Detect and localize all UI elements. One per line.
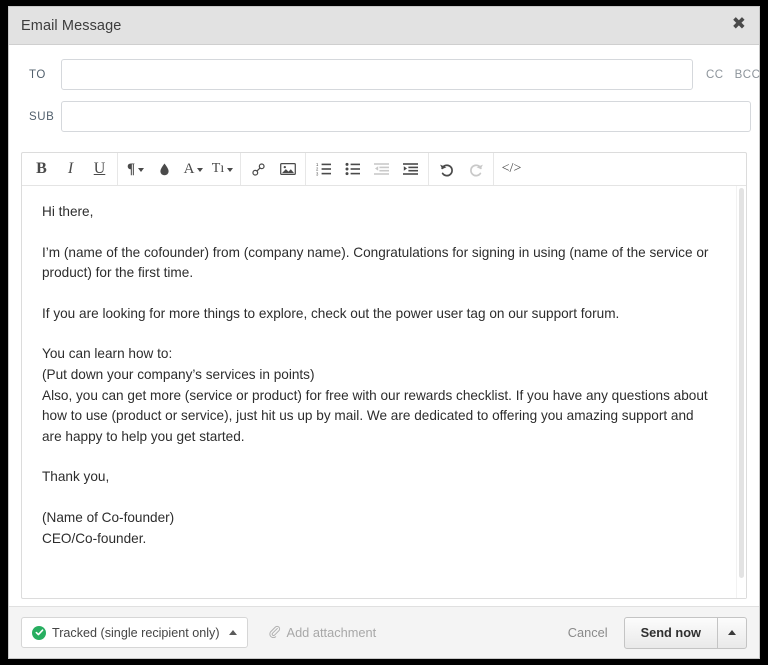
cc-button[interactable]: CC [706,69,724,81]
dialog-titlebar: Email Message ✖ [9,7,759,45]
indent-icon[interactable] [396,154,425,184]
cancel-button[interactable]: Cancel [568,625,608,640]
subject-row: SUB [21,101,751,132]
text-color-icon[interactable]: A [179,154,208,184]
send-split-button: Send now [623,616,747,649]
toolbar-group: </> [494,153,529,185]
outdent-icon [367,154,396,184]
toolbar-group: BIU [24,153,118,185]
check-circle-icon [32,625,46,640]
dialog-footer: Tracked (single recipient only) Add atta… [9,606,759,658]
rich-text-editor: B I U ¶ A Tı 1 2 3 </> Hi there, I’m (na… [21,152,747,599]
chevron-up-icon [228,630,237,635]
ordered-list-icon[interactable]: 1 2 3 [309,154,338,184]
paperclip-icon [268,625,281,641]
to-row: TO CC BCC [21,59,760,90]
to-label: TO [29,68,46,81]
toolbar-glyph: U [93,160,106,177]
message-paragraph: You can learn how to: [42,346,173,362]
chevron-down-icon [138,168,145,172]
close-icon[interactable]: ✖ [730,14,748,37]
recipient-fields: TO CC BCC SUB [9,45,760,147]
bullet-list-icon[interactable] [338,154,367,184]
editor-scrollbar[interactable] [736,186,746,598]
message-body[interactable]: Hi there, I’m (name of the cofounder) fro… [22,186,736,598]
chevron-down-icon [197,168,204,172]
bcc-button[interactable]: BCC [735,69,761,81]
email-compose-dialog: Email Message ✖ TO CC BCC SUB B I U ¶ A Tı [8,6,760,659]
redo-icon [461,154,490,184]
toolbar-glyph: B [36,160,47,177]
code-view-icon[interactable]: </> [497,154,526,184]
message-paragraph: Also, you can get more (service or produ… [42,387,708,444]
chevron-up-icon [728,630,736,635]
bold-icon[interactable]: B [27,154,56,184]
send-options-dropdown[interactable] [718,618,746,648]
cc-bcc-group: CC BCC [706,69,760,81]
toolbar-glyph: </> [501,161,522,176]
toolbar-group [429,153,494,185]
add-attachment-button[interactable]: Add attachment [268,625,377,641]
editor-body: Hi there, I’m (name of the cofounder) fro… [22,186,746,598]
message-paragraph: CEO/Co-founder. [42,530,147,546]
undo-icon[interactable] [432,154,461,184]
highlight-color-icon[interactable] [150,154,179,184]
font-size-icon[interactable]: Tı [208,154,237,184]
to-input[interactable] [61,59,693,90]
message-paragraph: Thank you, [42,469,110,485]
toolbar-group: 1 2 3 [306,153,429,185]
toolbar-group [241,153,306,185]
add-attachment-label: Add attachment [286,625,377,640]
underline-icon[interactable]: U [85,154,114,184]
message-paragraph: Hi there, [42,204,94,219]
subject-input[interactable] [61,101,751,132]
message-paragraph: If you are looking for more things to ex… [42,305,620,321]
tracking-dropdown-button[interactable]: Tracked (single recipient only) [21,617,248,648]
toolbar-glyph: ¶ [126,160,136,177]
paragraph-format-icon[interactable]: ¶ [121,154,150,184]
send-now-button[interactable]: Send now [625,617,718,648]
dialog-title: Email Message [21,17,122,34]
message-paragraph: I’m (name of the cofounder) from (compan… [42,244,709,281]
subject-label: SUB [29,110,55,123]
editor-scrollbar-thumb[interactable] [739,188,744,578]
toolbar-group: ¶ A Tı [118,153,241,185]
svg-text:3: 3 [316,171,319,176]
toolbar-glyph: A [183,160,195,177]
toolbar-glyph: Tı [211,161,225,176]
tracking-label: Tracked (single recipient only) [52,625,220,640]
message-paragraph: (Name of Co-founder) [42,509,175,525]
insert-link-icon[interactable] [244,154,273,184]
toolbar-glyph: I [67,160,74,177]
message-paragraph: (Put down your company’s services in poi… [42,366,315,382]
chevron-down-icon [227,168,234,172]
insert-image-icon[interactable] [273,154,302,184]
editor-toolbar: B I U ¶ A Tı 1 2 3 </> [22,153,746,186]
italic-icon[interactable]: I [56,154,85,184]
